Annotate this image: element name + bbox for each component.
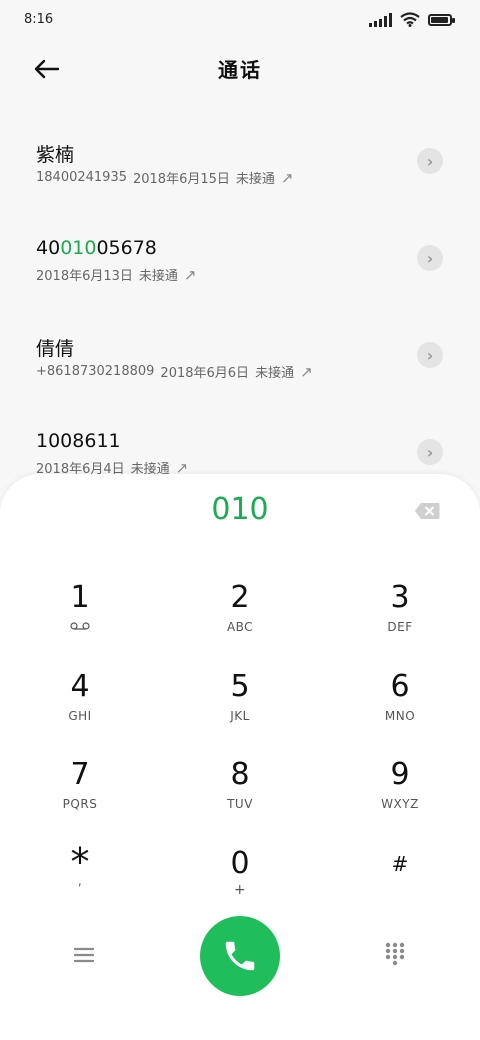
dialpad-sheet: 010 1 2 ABC 3 DEF 4 GHI 5 JKL 6 MNO 7 PQ… xyxy=(0,474,480,1040)
status-time: 8:16 xyxy=(24,12,54,27)
call-status: 未接通 xyxy=(138,269,178,284)
signal-icon xyxy=(369,12,392,27)
header: 通话 xyxy=(0,40,480,100)
number-part: 40 xyxy=(36,237,61,259)
phone-icon xyxy=(225,941,255,971)
key-letters: TUV xyxy=(227,797,253,811)
key-letters: ABC xyxy=(226,620,254,634)
call-log-item[interactable]: 4001005678 2018年6月13日 未接通 ↗ › xyxy=(0,237,480,327)
key-letters: WXYZ xyxy=(381,797,419,811)
chevron-right-icon: › xyxy=(426,442,434,462)
key-7[interactable]: 7 PQRS xyxy=(20,757,140,833)
status-icons xyxy=(369,12,455,27)
call-log-item[interactable]: 倩倩 +8618730218809 2018年6月6日 未接通 ↗ › xyxy=(0,334,480,424)
details-button[interactable]: › xyxy=(417,342,443,368)
call-date: 2018年6月6日 xyxy=(160,366,250,381)
key-digit: 0 xyxy=(230,846,250,881)
status-bar: 8:16 xyxy=(0,0,480,40)
key-6[interactable]: 6 MNO xyxy=(340,669,460,745)
key-letters: + xyxy=(233,882,247,898)
key-digit: 3 xyxy=(390,580,410,615)
key-digit: 5 xyxy=(230,669,250,704)
call-status: 未接通 xyxy=(235,172,275,187)
wifi-icon xyxy=(400,12,420,27)
key-letters: MNO xyxy=(384,709,416,723)
voicemail-icon xyxy=(70,622,90,630)
menu-icon[interactable] xyxy=(74,946,94,964)
chevron-right-icon: › xyxy=(426,151,434,171)
dialpad-icon[interactable] xyxy=(385,942,405,966)
call-number: +8618730218809 xyxy=(36,364,155,379)
backspace-icon[interactable] xyxy=(414,502,440,520)
key-2[interactable]: 2 ABC xyxy=(180,580,300,656)
call-date: 2018年6月13日 xyxy=(36,269,133,284)
details-button[interactable]: › xyxy=(417,148,443,174)
call-meta: 2018年6月13日 未接通 ↗ xyxy=(36,265,197,285)
key-digit: 8 xyxy=(230,757,250,792)
key-letters: DEF xyxy=(387,620,413,634)
key-0[interactable]: 0 + xyxy=(180,846,300,922)
key-digit: 6 xyxy=(390,669,410,704)
number-match-highlight: 010 xyxy=(60,237,97,259)
dialed-number: 010 xyxy=(211,492,269,527)
contact-name: 紫楠 xyxy=(36,144,75,166)
contact-name: 4001005678 xyxy=(36,237,157,259)
call-date: 2018年6月15日 xyxy=(132,172,230,187)
key-8[interactable]: 8 TUV xyxy=(180,757,300,833)
contact-name: 1008611 xyxy=(36,430,121,452)
call-number: 18400241935 xyxy=(36,170,127,185)
page-title: 通话 xyxy=(218,58,262,82)
key-digit: 7 xyxy=(70,757,90,792)
call-status: 未接通 xyxy=(255,366,295,381)
outgoing-call-icon: ↗ xyxy=(280,168,294,187)
key-star[interactable]: * , xyxy=(20,843,140,920)
call-log-item[interactable]: 紫楠 18400241935 2018年6月15日 未接通 ↗ › xyxy=(0,140,480,230)
call-button[interactable] xyxy=(200,916,280,996)
chevron-right-icon: › xyxy=(426,345,434,365)
key-4[interactable]: 4 GHI xyxy=(20,669,140,745)
key-1[interactable]: 1 xyxy=(20,580,140,656)
key-digit: 2 xyxy=(230,580,250,615)
call-meta: +8618730218809 2018年6月6日 未接通 ↗ xyxy=(36,362,313,382)
key-letters: JKL xyxy=(230,709,250,723)
key-digit: 1 xyxy=(70,580,90,615)
key-letters: GHI xyxy=(68,709,92,723)
key-5[interactable]: 5 JKL xyxy=(180,669,300,745)
key-letters: , xyxy=(77,874,83,888)
number-part: 05678 xyxy=(96,237,157,259)
key-letters: PQRS xyxy=(62,797,98,811)
details-button[interactable]: › xyxy=(417,245,443,271)
battery-icon xyxy=(428,13,455,26)
key-digit: 9 xyxy=(390,757,410,792)
key-hash[interactable]: # xyxy=(340,846,460,922)
key-3[interactable]: 3 DEF xyxy=(340,580,460,656)
call-meta: 18400241935 2018年6月15日 未接通 ↗ xyxy=(36,168,294,188)
key-digit: 4 xyxy=(70,669,90,704)
chevron-right-icon: › xyxy=(426,248,434,268)
key-9[interactable]: 9 WXYZ xyxy=(340,757,460,833)
outgoing-call-icon: ↗ xyxy=(300,362,313,381)
key-digit: # xyxy=(391,852,409,876)
details-button[interactable]: › xyxy=(417,439,443,465)
outgoing-call-icon: ↗ xyxy=(183,265,197,284)
contact-name: 倩倩 xyxy=(36,338,75,360)
